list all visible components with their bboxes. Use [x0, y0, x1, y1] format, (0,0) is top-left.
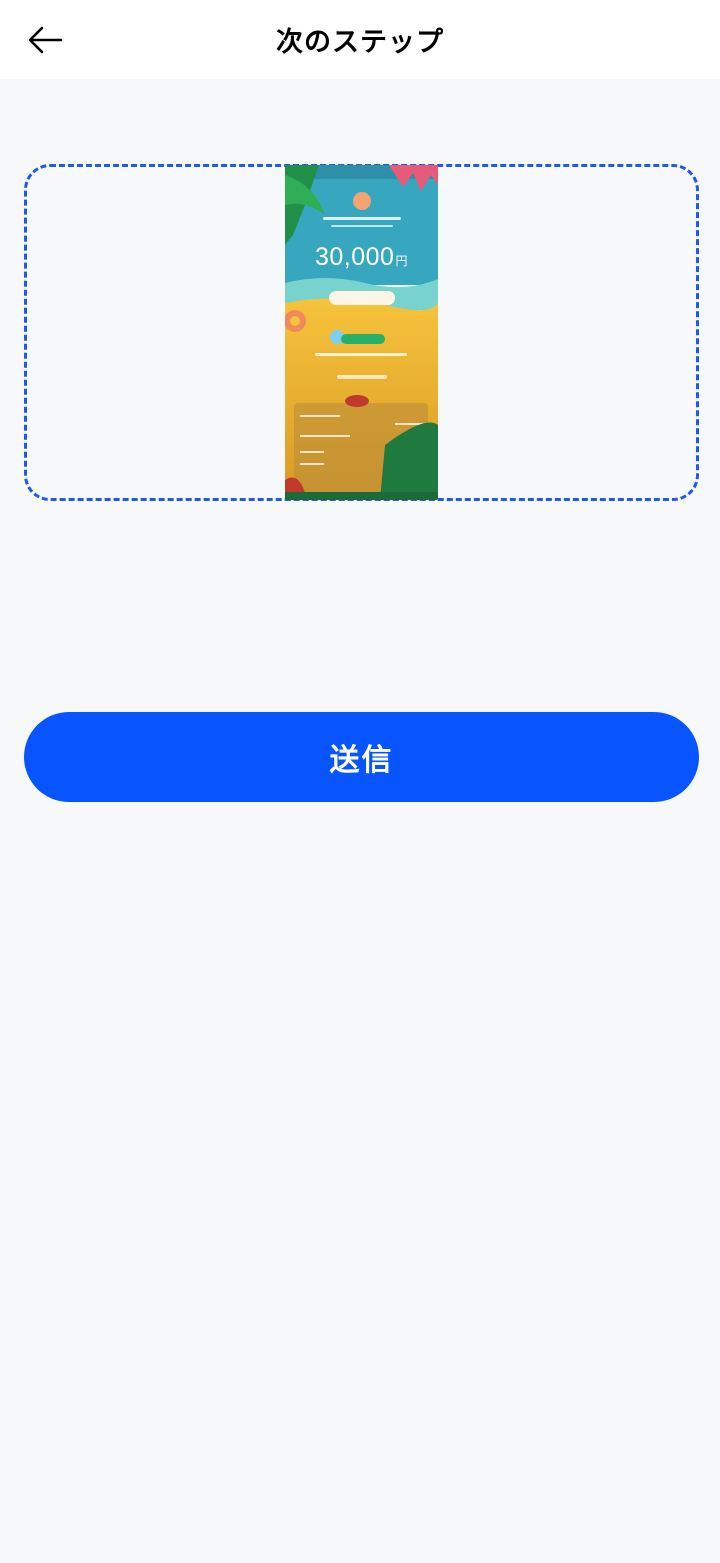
- send-button[interactable]: 送信: [24, 712, 699, 802]
- arrow-left-icon: [28, 26, 63, 54]
- page-title: 次のステップ: [276, 27, 444, 58]
- back-button[interactable]: [22, 18, 68, 62]
- app-header: 次のステップ: [0, 0, 720, 79]
- thumbnail-amount: 30,000円: [315, 243, 408, 271]
- thumbnail-illustration: [285, 165, 438, 500]
- uploaded-screenshot-thumbnail[interactable]: 30,000円: [285, 165, 438, 500]
